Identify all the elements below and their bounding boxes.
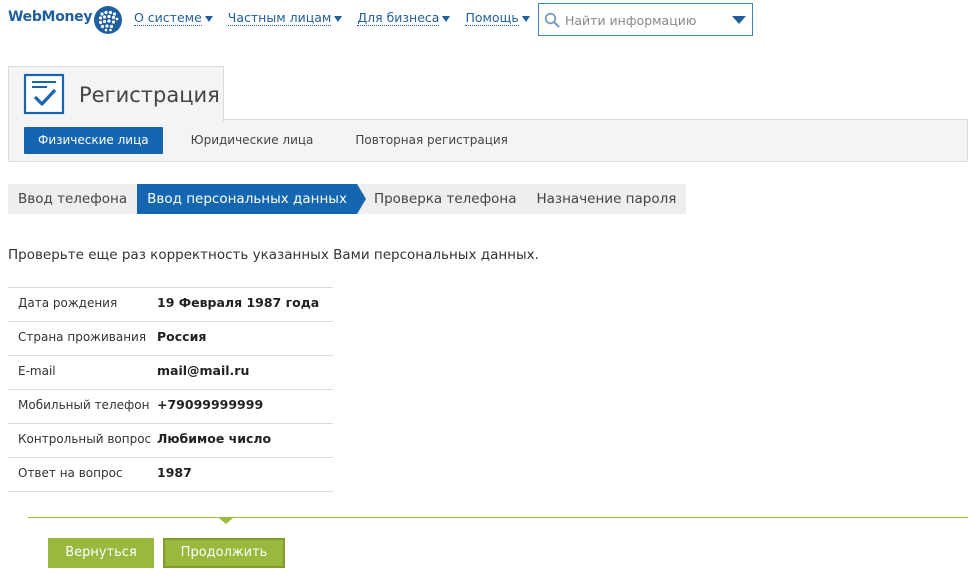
tab-individuals[interactable]: Физические лица (24, 127, 163, 154)
table-row: Страна проживания Россия (8, 321, 333, 356)
chevron-down-icon (442, 15, 451, 22)
row-label: Контрольный вопрос (8, 423, 157, 458)
table-row: Мобильный телефон +79099999999 (8, 389, 333, 424)
continue-button[interactable]: Продолжить (163, 538, 285, 568)
row-value: 19 Февраля 1987 года (157, 287, 333, 322)
step-phone-input: Ввод телефона (18, 191, 128, 207)
chevron-down-icon (204, 15, 213, 22)
step-personal-data: Ввод персональных данных (137, 184, 366, 214)
nav-item-about[interactable]: О системе (134, 11, 213, 26)
row-label: Страна проживания (8, 321, 157, 356)
site-header: WebMoney О системе Частным лицам Для биз… (0, 0, 970, 40)
row-value: Россия (157, 321, 333, 356)
row-value: Любимое число (157, 423, 333, 458)
actions-divider (28, 517, 968, 518)
row-label: E-mail (8, 355, 157, 390)
personal-data-table: Дата рождения 19 Февраля 1987 года Стран… (8, 287, 333, 492)
logo-text[interactable]: WebMoney (8, 9, 93, 25)
search-box (538, 3, 753, 36)
nav-item-business[interactable]: Для бизнеса (357, 10, 451, 26)
search-icon[interactable] (544, 12, 560, 28)
nav-item-personal[interactable]: Частным лицам (227, 10, 343, 26)
table-row: E-mail mail@mail.ru (8, 355, 333, 390)
registration-steps: Ввод телефона Ввод персональных данных П… (8, 184, 687, 214)
webmoney-globe-icon[interactable] (93, 5, 123, 35)
tab-re-registration[interactable]: Повторная регистрация (341, 127, 521, 154)
row-label: Дата рождения (8, 287, 157, 322)
row-value: 1987 (157, 457, 333, 492)
nav-item-label: Помощь (465, 10, 519, 26)
registration-header-tab: Регистрация (8, 66, 224, 122)
divider-notch (219, 518, 233, 524)
row-value: +79099999999 (157, 389, 333, 424)
chevron-down-icon (334, 15, 343, 22)
registration-type-tabs: Физические лица Юридические лица Повторн… (24, 127, 536, 154)
row-label: Ответ на вопрос (8, 457, 157, 492)
search-dropdown-icon[interactable] (732, 16, 746, 24)
nav-item-label: Частным лицам (227, 10, 332, 26)
page-title: Регистрация (79, 83, 220, 107)
nav-item-label: Для бизнеса (357, 10, 440, 26)
row-value: mail@mail.ru (157, 355, 333, 390)
chevron-down-icon (521, 15, 530, 22)
intro-text: Проверьте еще раз корректность указанных… (8, 247, 539, 263)
tab-legal-entities[interactable]: Юридические лица (177, 127, 328, 154)
back-button[interactable]: Вернуться (48, 538, 154, 568)
nav-item-help[interactable]: Помощь (465, 10, 530, 26)
table-row: Ответ на вопрос 1987 (8, 457, 333, 492)
checklist-icon (23, 73, 65, 115)
table-row: Контрольный вопрос Любимое число (8, 423, 333, 458)
step-phone-check: Проверка телефона (373, 191, 517, 207)
main-nav: О системе Частным лицам Для бизнеса Помо… (134, 11, 530, 26)
tab-joint (9, 118, 223, 121)
nav-item-label: О системе (134, 10, 202, 26)
search-input[interactable] (565, 10, 725, 30)
step-password: Назначение пароля (536, 191, 677, 207)
table-row: Дата рождения 19 Февраля 1987 года (8, 287, 333, 322)
row-label: Мобильный телефон (8, 389, 157, 424)
